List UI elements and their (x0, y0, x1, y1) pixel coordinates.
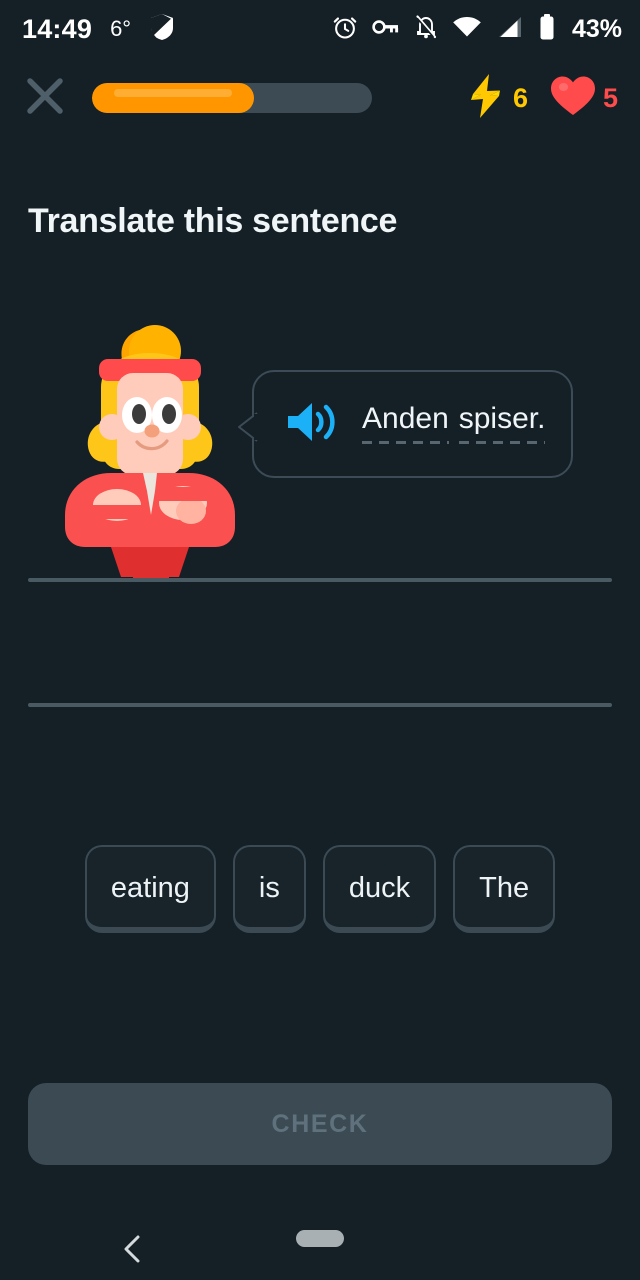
lightning-bolt-icon (466, 73, 506, 124)
status-time: 14:49 (22, 14, 92, 45)
status-bar-left: 14:49 6° (22, 13, 175, 46)
streak-counter[interactable]: 6 (466, 73, 528, 124)
alarm-icon (332, 14, 358, 45)
page-title: Translate this sentence (28, 202, 397, 241)
word-tile-label: is (259, 872, 280, 905)
speech-bubble-tail (234, 412, 256, 446)
speaker-icon[interactable] (284, 398, 340, 451)
prompt-sentence: Anden spiser. (362, 402, 545, 446)
progress-shine (114, 89, 232, 97)
prompt-word-list: Anden spiser. (362, 402, 545, 446)
prompt-word[interactable]: spiser. (459, 402, 546, 446)
prompt-speech-bubble[interactable]: Anden spiser. (252, 370, 573, 478)
wifi-icon (452, 15, 482, 44)
progress-fill (92, 83, 254, 113)
answer-drop-zone[interactable] (28, 578, 612, 707)
status-temperature: 6° (110, 16, 131, 42)
challenge-area: Anden spiser. (0, 310, 640, 580)
prompt-word[interactable]: Anden (362, 402, 449, 446)
word-tile[interactable]: eating (85, 845, 216, 933)
battery-icon (538, 13, 556, 46)
prompt-word-space (449, 402, 459, 446)
close-lesson-button[interactable] (22, 75, 68, 121)
word-tile-label: eating (111, 872, 190, 905)
lesson-header: 6 5 (0, 62, 640, 134)
check-button[interactable]: CHECK (28, 1083, 612, 1165)
cellular-signal-icon (496, 15, 524, 44)
word-tile[interactable]: is (233, 845, 306, 933)
answer-line[interactable] (28, 703, 612, 707)
android-nav-bar (0, 1218, 640, 1280)
hearts-counter[interactable]: 5 (550, 75, 618, 122)
heart-icon (550, 75, 596, 122)
word-tile-label: duck (349, 872, 410, 905)
notifications-off-icon (414, 14, 438, 45)
vpn-key-icon (372, 17, 400, 42)
streak-value: 6 (513, 83, 528, 114)
back-chevron-icon[interactable] (116, 1232, 150, 1266)
app-screen: 14:49 6° (0, 0, 640, 1280)
close-icon (23, 74, 67, 123)
word-tile[interactable]: duck (323, 845, 436, 933)
hearts-value: 5 (603, 83, 618, 114)
progress-track (92, 83, 372, 113)
duolingo-character-eddy (55, 315, 245, 585)
lesson-progress (92, 83, 448, 113)
word-bank: eating is duck The (0, 845, 640, 933)
word-tile-label: The (479, 872, 529, 905)
status-bar: 14:49 6° (0, 0, 640, 58)
gesture-pill[interactable] (296, 1230, 344, 1247)
shield-icon (149, 13, 175, 46)
answer-line[interactable] (28, 578, 612, 582)
word-tile[interactable]: The (453, 845, 555, 933)
status-bar-right: 43% (332, 13, 622, 46)
battery-percent: 43% (572, 15, 622, 44)
